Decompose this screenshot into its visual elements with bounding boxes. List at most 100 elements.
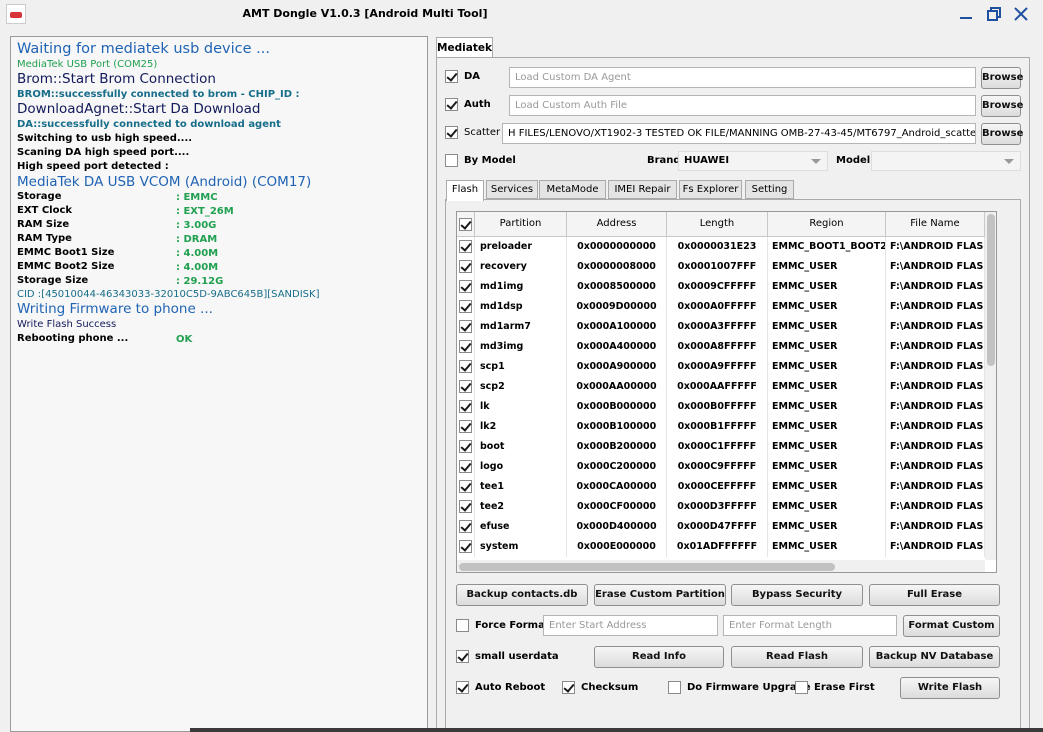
table-row[interactable]: tee2 0x000CF00000 0x000D3FFFFF EMMC_USER F:\… <box>457 497 985 517</box>
table-row[interactable]: recovery 0x0000008000 0x0001007FFF EMMC_USE… <box>457 257 985 277</box>
table-row[interactable]: tee1 0x000CA00000 0x000CEFFFFF EMMC_USER F:\… <box>457 477 985 497</box>
row-checkbox[interactable] <box>459 380 472 393</box>
header-region[interactable]: Region <box>768 212 886 237</box>
chevron-down-icon <box>1004 159 1014 164</box>
row-checkbox[interactable] <box>459 520 472 533</box>
info-row: RAM Type <box>17 233 72 244</box>
header-length[interactable]: Length <box>667 212 768 237</box>
row-checkbox[interactable] <box>459 340 472 353</box>
cell-partition: md3img <box>475 337 567 357</box>
header-address[interactable]: Address <box>567 212 667 237</box>
by-model-checkbox[interactable] <box>445 154 458 167</box>
cell-address: 0x000E000000 <box>567 537 667 557</box>
cell-region: EMMC_USER <box>768 437 886 457</box>
force-format-checkbox[interactable] <box>456 619 469 632</box>
tab-mediatek[interactable]: Mediatek <box>436 37 493 58</box>
table-row[interactable]: lk2 0x000B100000 0x000B1FFFFF EMMC_USER F:\A… <box>457 417 985 437</box>
browse-da-button[interactable]: Browse <box>981 67 1023 89</box>
row-checkbox[interactable] <box>459 500 472 513</box>
start-address-input[interactable]: Enter Start Address <box>543 615 718 636</box>
row-checkbox[interactable] <box>459 260 472 273</box>
row-select-cell <box>457 277 475 297</box>
auth-checkbox[interactable] <box>445 98 458 111</box>
log-rebooting: Rebooting phone ... <box>17 333 129 344</box>
log-usb-port: MediaTek USB Port (COM25) <box>17 59 158 70</box>
maximize-icon[interactable] <box>983 4 1005 24</box>
table-row[interactable]: efuse 0x000D400000 0x000D47FFFF EMMC_USER F:… <box>457 517 985 537</box>
row-checkbox[interactable] <box>459 540 472 553</box>
minimize-icon[interactable] <box>955 4 977 24</box>
row-checkbox[interactable] <box>459 280 472 293</box>
partition-table[interactable]: Partition Address Length Region File Nam… <box>456 211 997 573</box>
table-row[interactable]: md1img 0x0008500000 0x0009CFFFFF EMMC_USER F… <box>457 277 985 297</box>
row-checkbox[interactable] <box>459 420 472 433</box>
read-flash-button[interactable]: Read Flash <box>731 646 863 668</box>
table-row[interactable]: lk 0x000B000000 0x000B0FFFFF EMMC_USER F:\AN… <box>457 397 985 417</box>
row-checkbox[interactable] <box>459 240 472 253</box>
model-select[interactable] <box>871 151 1021 171</box>
table-row[interactable]: system 0x000E000000 0x01ADFFFFFF EMMC_USER F… <box>457 537 985 557</box>
cell-file-name: F:\ANDROID FLASH ... <box>886 237 985 257</box>
browse-auth-button[interactable]: Browse <box>981 95 1023 117</box>
log-panel[interactable]: Waiting for mediatek usb device ... Medi… <box>10 36 428 732</box>
cell-address: 0x000C200000 <box>567 457 667 477</box>
format-custom-button[interactable]: Format Custom <box>903 615 1000 637</box>
table-row[interactable]: logo 0x000C200000 0x000C9FFFFF EMMC_USER F:\… <box>457 457 985 477</box>
row-checkbox[interactable] <box>459 480 472 493</box>
cell-length: 0x000A8FFFFF <box>667 337 768 357</box>
tab-flash[interactable]: Flash <box>446 180 484 201</box>
close-icon[interactable] <box>1010 4 1032 24</box>
scatter-file-input[interactable]: H FILES/LENOVO/XT1902-3 TESTED OK FILE/M… <box>502 123 976 144</box>
write-flash-button[interactable]: Write Flash <box>900 677 1000 699</box>
erase-custom-partition-button[interactable]: Erase Custom Partition <box>594 584 726 606</box>
auto-reboot-checkbox[interactable] <box>456 681 469 694</box>
horizontal-scrollbar[interactable] <box>457 560 985 572</box>
do-firmware-upgrade-checkbox[interactable] <box>668 681 681 694</box>
row-checkbox[interactable] <box>459 320 472 333</box>
cell-file-name: F:\ANDROID FLASH ... <box>886 457 985 477</box>
cell-length: 0x000C1FFFFF <box>667 437 768 457</box>
erase-first-checkbox[interactable] <box>795 681 808 694</box>
header-partition[interactable]: Partition <box>475 212 567 237</box>
select-all-checkbox[interactable] <box>459 218 472 231</box>
tab-imei-repair[interactable]: IMEI Repair <box>608 180 677 199</box>
tab-services[interactable]: Services <box>486 180 538 199</box>
header-file-name[interactable]: File Name <box>886 212 985 237</box>
auth-file-input[interactable]: Load Custom Auth File <box>509 95 976 116</box>
row-checkbox[interactable] <box>459 460 472 473</box>
scatter-checkbox[interactable] <box>445 126 458 139</box>
brand-select[interactable]: HUAWEI <box>678 151 828 171</box>
backup-nv-database-button[interactable]: Backup NV Database <box>869 646 1000 668</box>
tab-metamode[interactable]: MetaMode <box>539 180 606 199</box>
format-length-input[interactable]: Enter Format Length <box>723 615 897 636</box>
cell-length: 0x000AAFFFFF <box>667 377 768 397</box>
table-row[interactable]: boot 0x000B200000 0x000C1FFFFF EMMC_USER F:\… <box>457 437 985 457</box>
full-erase-button[interactable]: Full Erase <box>869 584 1000 606</box>
small-userdata-checkbox[interactable] <box>456 650 469 663</box>
scroll-thumb[interactable] <box>987 214 995 366</box>
table-row[interactable]: md1arm7 0x000A100000 0x000A3FFFFF EMMC_USER… <box>457 317 985 337</box>
backup-contacts-button[interactable]: Backup contacts.db <box>456 584 588 606</box>
da-agent-input[interactable]: Load Custom DA Agent <box>509 67 976 88</box>
row-checkbox[interactable] <box>459 300 472 313</box>
vertical-scrollbar[interactable] <box>985 212 996 560</box>
cell-length: 0x000B0FFFFF <box>667 397 768 417</box>
browse-scatter-button[interactable]: Browse <box>981 123 1023 145</box>
table-row[interactable]: preloader 0x0000000000 0x0000031E23 EMMC_BO… <box>457 237 985 257</box>
row-checkbox[interactable] <box>459 400 472 413</box>
table-row[interactable]: md1dsp 0x0009D00000 0x000A0FFFFF EMMC_USER F… <box>457 297 985 317</box>
da-checkbox[interactable] <box>445 70 458 83</box>
info-row: Storage Size <box>17 275 89 286</box>
table-row[interactable]: scp2 0x000AA00000 0x000AAFFFFF EMMC_USER F:\… <box>457 377 985 397</box>
row-checkbox[interactable] <box>459 360 472 373</box>
table-row[interactable]: md3img 0x000A400000 0x000A8FFFFF EMMC_USER F… <box>457 337 985 357</box>
auto-reboot-label: Auto Reboot <box>475 682 546 693</box>
scroll-thumb[interactable] <box>459 563 835 571</box>
tab-setting[interactable]: Setting <box>745 180 794 199</box>
row-checkbox[interactable] <box>459 440 472 453</box>
checksum-checkbox[interactable] <box>562 681 575 694</box>
table-row[interactable]: scp1 0x000A900000 0x000A9FFFFF EMMC_USER F:\… <box>457 357 985 377</box>
bypass-security-button[interactable]: Bypass Security <box>731 584 863 606</box>
tab-fs-explorer[interactable]: Fs Explorer <box>679 180 742 199</box>
read-info-button[interactable]: Read Info <box>594 646 724 668</box>
